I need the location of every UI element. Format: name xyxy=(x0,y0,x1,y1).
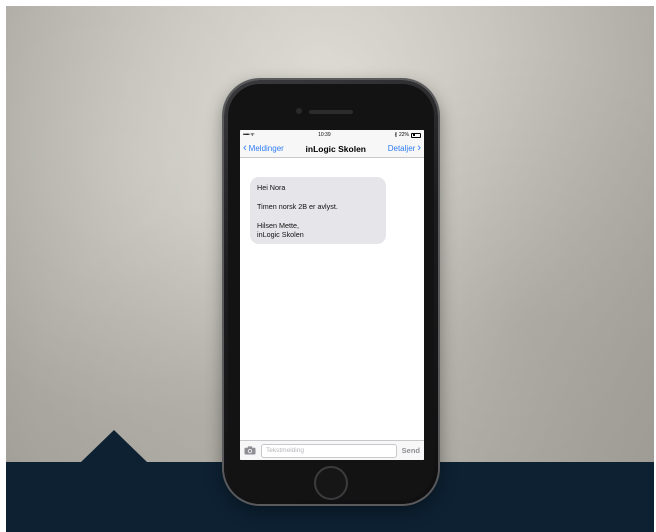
message-sender: inLogic Skolen xyxy=(257,230,304,239)
earpiece-speaker xyxy=(309,110,353,114)
status-bar: ••••• ᯤ 10:39 ∦ 22% xyxy=(240,130,424,140)
message-signoff: Hilsen Mette, xyxy=(257,221,299,230)
messages-nav-bar: ‹ Meldinger inLogic Skolen Detaljer › xyxy=(240,140,424,158)
battery-icon xyxy=(411,132,421,138)
compose-bar: Send xyxy=(240,440,424,460)
signal-indicator: ••••• ᯤ xyxy=(243,132,255,138)
chevron-right-icon: › xyxy=(417,142,421,154)
background-scene: ••••• ᯤ 10:39 ∦ 22% ‹ Meldinger inLogic … xyxy=(6,6,654,532)
conversation-title: inLogic Skolen xyxy=(305,143,366,154)
battery-percent: 22% xyxy=(398,132,409,138)
home-button[interactable] xyxy=(314,466,348,500)
camera-icon[interactable] xyxy=(244,446,256,455)
message-body: Timen norsk 2B er avlyst. xyxy=(257,202,338,211)
incoming-message-bubble[interactable]: Hei Nora Timen norsk 2B er avlyst. Hilse… xyxy=(250,177,386,244)
battery-indicator: ∦ 22% xyxy=(394,132,421,138)
front-camera xyxy=(296,108,302,114)
details-button[interactable]: Detaljer › xyxy=(388,143,421,154)
chevron-left-icon: ‹ xyxy=(243,142,247,154)
floor-triangle-tab xyxy=(80,430,148,463)
back-button-label: Meldinger xyxy=(248,144,284,153)
back-button[interactable]: ‹ Meldinger xyxy=(243,143,284,154)
bluetooth-icon: ∦ xyxy=(394,132,397,138)
message-input[interactable] xyxy=(261,443,397,458)
status-time: 10:39 xyxy=(318,132,331,138)
message-thread: Hei Nora Timen norsk 2B er avlyst. Hilse… xyxy=(240,158,424,244)
send-button[interactable]: Send xyxy=(402,446,420,455)
iphone-device: ••••• ᯤ 10:39 ∦ 22% ‹ Meldinger inLogic … xyxy=(224,80,438,504)
phone-screen: ••••• ᯤ 10:39 ∦ 22% ‹ Meldinger inLogic … xyxy=(240,130,424,460)
details-button-label: Detaljer xyxy=(387,144,416,153)
message-greeting: Hei Nora xyxy=(257,183,286,192)
